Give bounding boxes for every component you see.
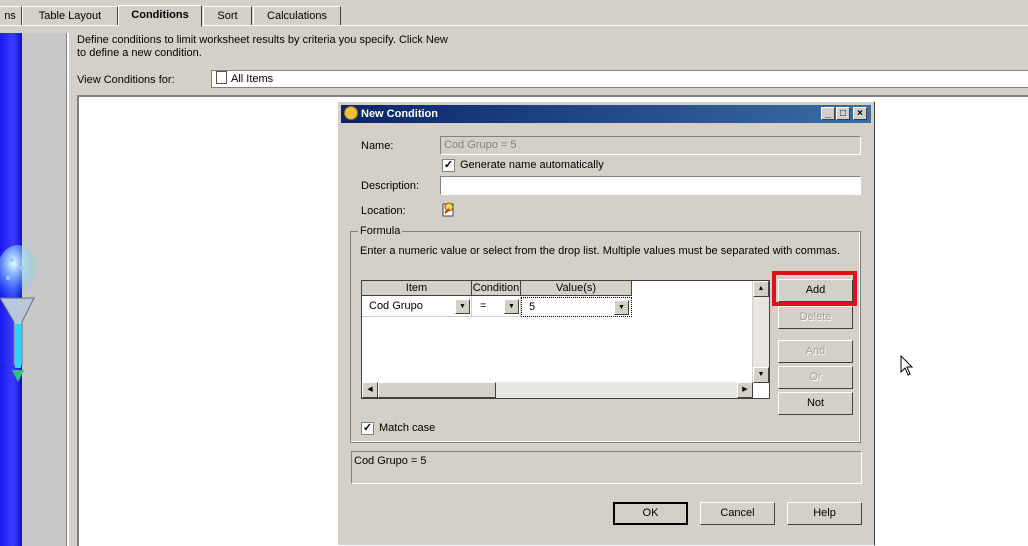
tab-options[interactable]: ns <box>0 6 22 25</box>
location-label: Location: <box>361 205 406 217</box>
view-conditions-select[interactable]: All Items <box>211 70 1028 88</box>
generate-name-label: Generate name automatically <box>460 159 604 171</box>
formula-grid: Item Condition Value(s) Cod Grupo ▼ = ▼ … <box>361 280 770 399</box>
scroll-down-button[interactable]: ▼ <box>753 367 769 383</box>
scroll-up-button[interactable]: ▲ <box>753 281 769 297</box>
name-field[interactable]: Cod Grupo = 5 <box>440 136 861 155</box>
grid-item-value: Cod Grupo <box>369 300 423 312</box>
items-icon <box>214 71 227 85</box>
name-label: Name: <box>361 140 394 152</box>
grid-cell-condition[interactable]: = ▼ <box>472 297 521 317</box>
location-folder-icon[interactable] <box>442 201 456 217</box>
or-button[interactable]: Or <box>778 366 853 389</box>
condition-dropdown-button[interactable]: ▼ <box>504 299 519 314</box>
tab-strip: ns Table Layout Conditions Sort Calculat… <box>0 0 1028 27</box>
value-dropdown-button[interactable]: ▼ <box>614 300 629 315</box>
help-button[interactable]: Help <box>787 502 862 525</box>
funnel-icon <box>0 245 40 382</box>
tab-table-layout[interactable]: Table Layout <box>22 6 118 25</box>
add-button[interactable]: Add <box>778 279 853 302</box>
dialog-title: New Condition <box>361 108 438 120</box>
view-conditions-label: View Conditions for: <box>77 74 175 86</box>
scroll-right-button[interactable]: ▶ <box>737 382 753 398</box>
tab-conditions[interactable]: Conditions <box>118 5 202 27</box>
view-conditions-value: All Items <box>231 73 274 85</box>
dialog-titlebar[interactable]: New Condition _ □ × <box>341 105 871 123</box>
cancel-button[interactable]: Cancel <box>700 502 775 525</box>
tab-sort[interactable]: Sort <box>203 6 252 25</box>
tab-calculations[interactable]: Calculations <box>253 6 341 25</box>
grid-vertical-scrollbar[interactable]: ▲ ▼ <box>752 281 769 383</box>
description-label: Description: <box>361 180 420 192</box>
scroll-left-button[interactable]: ◀ <box>362 382 378 398</box>
not-button[interactable]: Not <box>778 392 853 415</box>
ok-button[interactable]: OK <box>613 502 688 525</box>
generate-name-checkbox[interactable]: ✓ <box>442 159 455 172</box>
delete-button[interactable]: Delete <box>778 306 853 329</box>
conditions-description: Define conditions to limit worksheet res… <box>77 34 448 59</box>
grid-cell-item[interactable]: Cod Grupo ▼ <box>362 297 472 317</box>
formula-hint: Enter a numeric value or select from the… <box>360 245 840 257</box>
mouse-cursor-icon <box>900 355 914 376</box>
condition-icon <box>344 106 358 120</box>
match-case-checkbox[interactable]: ✓ <box>361 422 374 435</box>
grid-cell-value[interactable]: 5 ▼ <box>521 297 632 317</box>
and-button[interactable]: And <box>778 340 853 363</box>
grid-header-condition[interactable]: Condition <box>472 281 521 296</box>
description-field[interactable] <box>440 176 861 195</box>
grid-condition-value: = <box>480 300 487 312</box>
grid-value-value: 5 <box>529 301 536 313</box>
grid-header-item[interactable]: Item <box>362 281 472 296</box>
match-case-label: Match case <box>379 422 436 434</box>
grid-header-values[interactable]: Value(s) <box>521 281 632 296</box>
minimize-button[interactable]: _ <box>821 107 835 120</box>
grid-horizontal-scrollbar[interactable]: ◀ ▶ <box>362 382 753 398</box>
formula-label: Formula <box>358 225 403 237</box>
new-condition-dialog: New Condition _ □ × Name: Cod Grupo = 5 … <box>337 101 875 546</box>
close-button[interactable]: × <box>853 107 867 120</box>
side-divider <box>66 33 69 546</box>
maximize-button[interactable]: □ <box>836 107 850 120</box>
scroll-thumb[interactable] <box>378 382 496 398</box>
item-dropdown-button[interactable]: ▼ <box>455 299 470 314</box>
condition-preview: Cod Grupo = 5 <box>351 451 862 484</box>
